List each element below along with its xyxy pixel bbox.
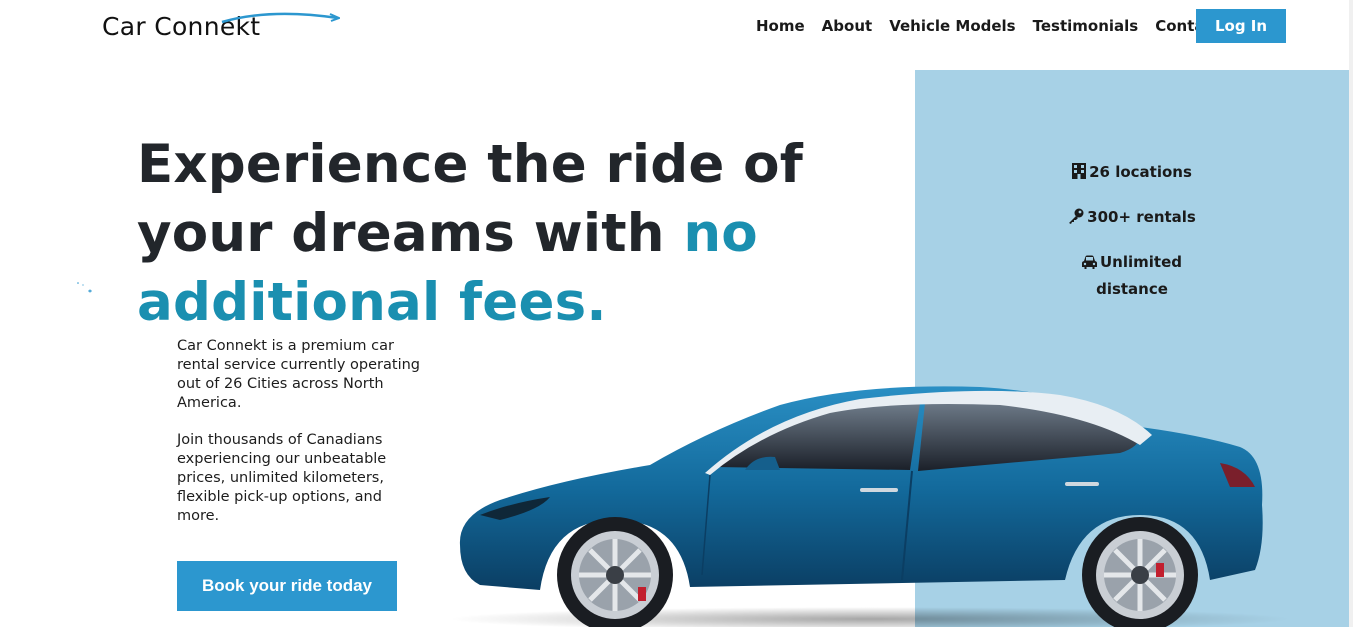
nav-about[interactable]: About (822, 17, 873, 35)
rear-wheel (1082, 517, 1198, 627)
stat-rentals-text: 300+ rentals (1087, 208, 1196, 226)
book-ride-button[interactable]: Book your ride today (177, 561, 397, 611)
logo-swoosh-icon (221, 12, 340, 24)
stat-distance: Unlimited distance (915, 250, 1349, 302)
login-button[interactable]: Log In (1196, 9, 1286, 43)
stat-rentals: 300+ rentals (915, 205, 1349, 232)
stat-locations: 26 locations (915, 160, 1349, 187)
main-nav: Home About Vehicle Models Testimonials C… (756, 17, 1221, 35)
sparkle-icon (77, 282, 92, 293)
nav-vehicle-models[interactable]: Vehicle Models (889, 17, 1015, 35)
hero-description: Car Connekt is a premium car rental serv… (177, 337, 427, 544)
key-icon (1068, 207, 1084, 232)
nav-home[interactable]: Home (756, 17, 805, 35)
description-paragraph-1: Car Connekt is a premium car rental serv… (177, 338, 420, 411)
description-paragraph-2: Join thousands of Canadians experiencing… (177, 432, 387, 524)
brand-logo[interactable]: Car Connekt (102, 10, 340, 46)
stat-distance-text: Unlimited distance (1096, 253, 1182, 298)
hero-car-image (450, 386, 1290, 627)
front-wheel (557, 517, 673, 627)
building-icon (1072, 162, 1087, 187)
hero-headline: Experience the ride of your dreams with … (137, 130, 837, 337)
nav-testimonials[interactable]: Testimonials (1033, 17, 1139, 35)
car-icon (1082, 252, 1097, 277)
page-scrollbar[interactable] (1349, 0, 1353, 627)
stat-locations-text: 26 locations (1089, 163, 1192, 181)
